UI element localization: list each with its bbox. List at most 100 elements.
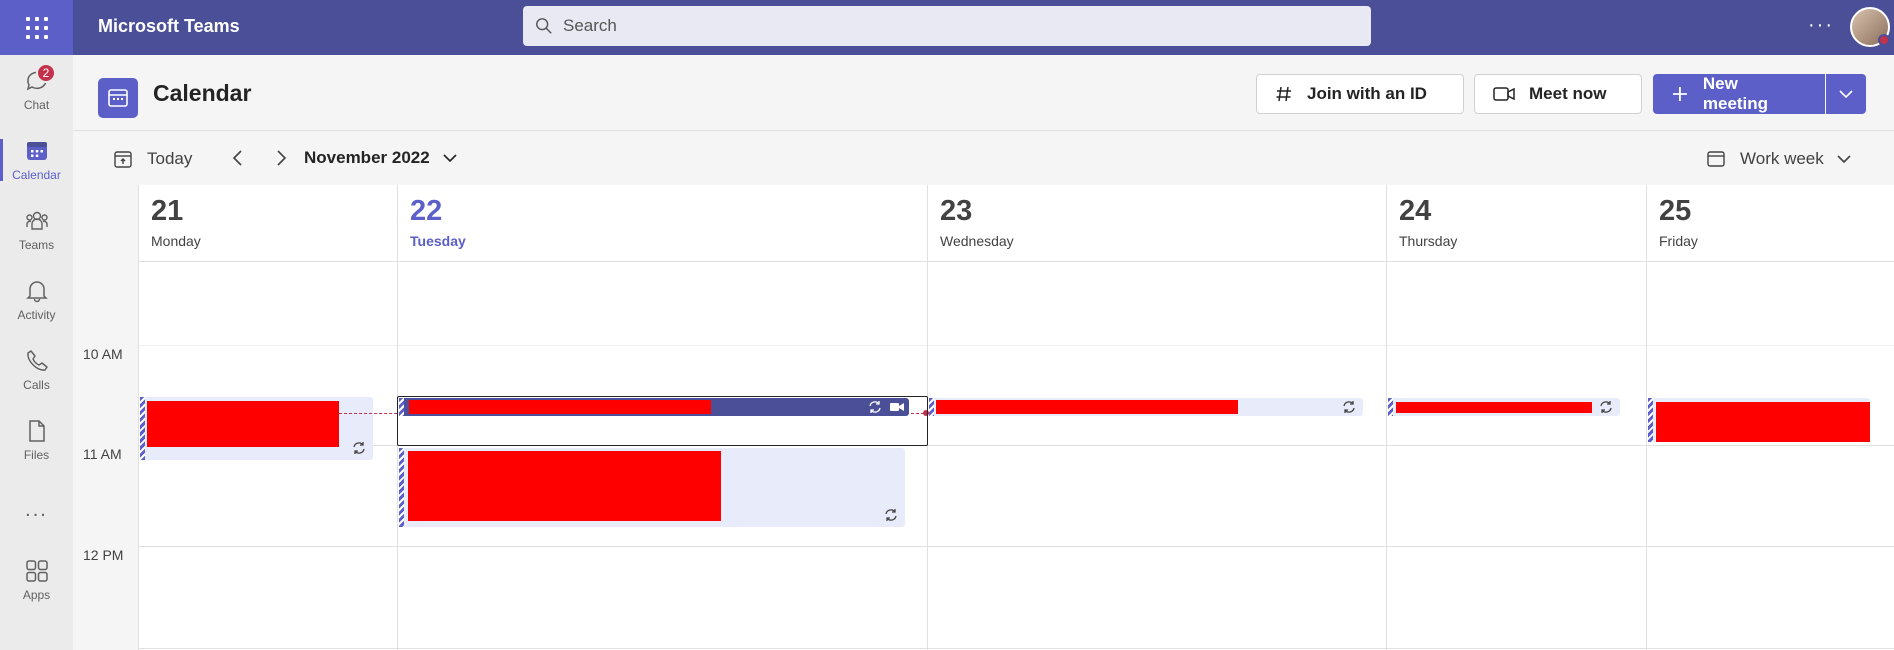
calendar-event[interactable] [929, 398, 1363, 416]
chevron-down-icon [1837, 155, 1851, 164]
meet-now-button[interactable]: Meet now [1474, 74, 1642, 114]
chevron-right-icon[interactable] [271, 148, 291, 168]
hour-label: 11 AM [83, 446, 122, 462]
plus-icon [1672, 87, 1687, 101]
view-label: Work week [1740, 149, 1824, 168]
new-meeting-button[interactable]: New meeting [1653, 74, 1825, 114]
join-with-id-label: Join with an ID [1307, 84, 1427, 103]
rail-item-label: Chat [23, 98, 50, 112]
calendar-toolbar: Today November 2022 Work week [73, 130, 1894, 185]
video-camera-icon [890, 403, 904, 411]
recurring-icon [869, 401, 881, 413]
app-title: Microsoft Teams [98, 16, 240, 36]
view-switcher[interactable]: Work week [1706, 149, 1852, 169]
calendar-event-active[interactable] [399, 398, 909, 416]
calendar-grid: 10 AM 11 AM 12 PM 21 Monday 22 Tuesday 2… [73, 185, 1894, 650]
phone-icon [26, 350, 48, 371]
rail-item-label: Calendar [12, 168, 61, 182]
day-number: 24 [1399, 195, 1432, 227]
redacted-event-title [1396, 402, 1592, 413]
redacted-event-title [1656, 402, 1870, 442]
calendar-app-icon [98, 78, 138, 118]
rail-item-chat[interactable]: Chat 2 [0, 55, 73, 125]
rail-item-activity[interactable]: Activity [0, 265, 73, 335]
rail-item-more[interactable]: ... [0, 475, 73, 545]
calendar-header: Calendar Join with an ID Meet now New me… [73, 55, 1894, 130]
apps-icon [25, 560, 48, 582]
more-options-icon[interactable]: ··· [1808, 14, 1834, 37]
calendar-event[interactable] [1648, 398, 1870, 442]
day-header-wednesday[interactable]: 23 Wednesday [927, 185, 1386, 261]
work-week-icon [1707, 151, 1725, 167]
event-stripe [1388, 398, 1393, 416]
rail-item-files[interactable]: Files [0, 405, 73, 475]
rail-item-calendar[interactable]: Calendar [0, 125, 73, 195]
day-name: Thursday [1399, 233, 1458, 249]
day-number: 23 [940, 195, 973, 227]
meet-now-label: Meet now [1529, 84, 1607, 103]
recurring-icon [1343, 401, 1355, 413]
hour-label: 10 AM [83, 346, 123, 362]
bell-icon [25, 281, 48, 303]
recurring-icon [353, 442, 365, 454]
day-number: 21 [151, 195, 184, 227]
rail-item-label: Activity [17, 308, 56, 322]
calendar-icon [26, 142, 47, 160]
new-meeting-dropdown-button[interactable] [1826, 74, 1866, 114]
event-stripe [399, 448, 404, 527]
today-label: Today [147, 149, 193, 168]
rail-item-label: Calls [23, 378, 50, 392]
rail-item-calls[interactable]: Calls [0, 335, 73, 405]
hash-icon [1276, 86, 1291, 102]
grid-line [1386, 185, 1387, 650]
redacted-event-title [147, 401, 339, 447]
rail-item-apps[interactable]: Apps [0, 545, 73, 615]
search-placeholder: Search [563, 16, 617, 35]
calendar-event[interactable] [1388, 398, 1620, 416]
today-button[interactable]: Today [113, 149, 192, 169]
time-gutter: 10 AM 11 AM 12 PM [73, 185, 138, 650]
redacted-event-title [409, 400, 711, 414]
day-number: 25 [1659, 195, 1692, 227]
rail-item-label: Apps [22, 588, 51, 602]
month-picker[interactable]: November 2022 [304, 148, 458, 168]
day-name: Wednesday [940, 233, 1014, 249]
calendar-event[interactable] [140, 397, 373, 460]
hour-label: 12 PM [83, 547, 124, 563]
chevron-left-icon[interactable] [228, 148, 248, 168]
rail-item-label: Teams [18, 238, 55, 252]
teams-icon [25, 211, 48, 230]
video-camera-icon [1493, 87, 1515, 101]
calendar-event[interactable] [399, 448, 905, 527]
file-icon [28, 420, 45, 442]
rail-item-label: Files [23, 448, 50, 462]
app-rail: Chat 2 Calendar Teams Activity Calls Fil… [0, 55, 73, 650]
redacted-event-title [408, 451, 721, 521]
day-header-monday[interactable]: 21 Monday [138, 185, 397, 261]
avatar[interactable] [1850, 7, 1890, 47]
event-stripe [929, 398, 934, 416]
grid-line [138, 546, 1894, 547]
grid-line [138, 185, 139, 650]
day-header-friday[interactable]: 25 Friday [1646, 185, 1894, 261]
day-header-tuesday[interactable]: 22 Tuesday [397, 185, 927, 261]
search-input[interactable]: Search [523, 6, 1371, 46]
join-with-id-button[interactable]: Join with an ID [1256, 74, 1464, 114]
day-name: Tuesday [410, 233, 466, 249]
chevron-down-icon [1839, 90, 1853, 99]
presence-busy-icon [1878, 34, 1890, 46]
search-icon [536, 18, 552, 34]
chevron-down-icon [443, 154, 457, 163]
waffle-icon [25, 16, 48, 39]
day-header-thursday[interactable]: 24 Thursday [1386, 185, 1646, 261]
grid-line [138, 261, 1894, 262]
recurring-icon [885, 509, 897, 521]
app-launcher-button[interactable] [0, 0, 73, 55]
calendar-today-icon [114, 151, 132, 168]
month-label: November 2022 [304, 148, 430, 167]
redacted-event-title [936, 400, 1238, 414]
event-stripe [140, 397, 145, 460]
grid-line [138, 648, 1894, 649]
event-stripe [399, 398, 404, 416]
rail-item-teams[interactable]: Teams [0, 195, 73, 265]
